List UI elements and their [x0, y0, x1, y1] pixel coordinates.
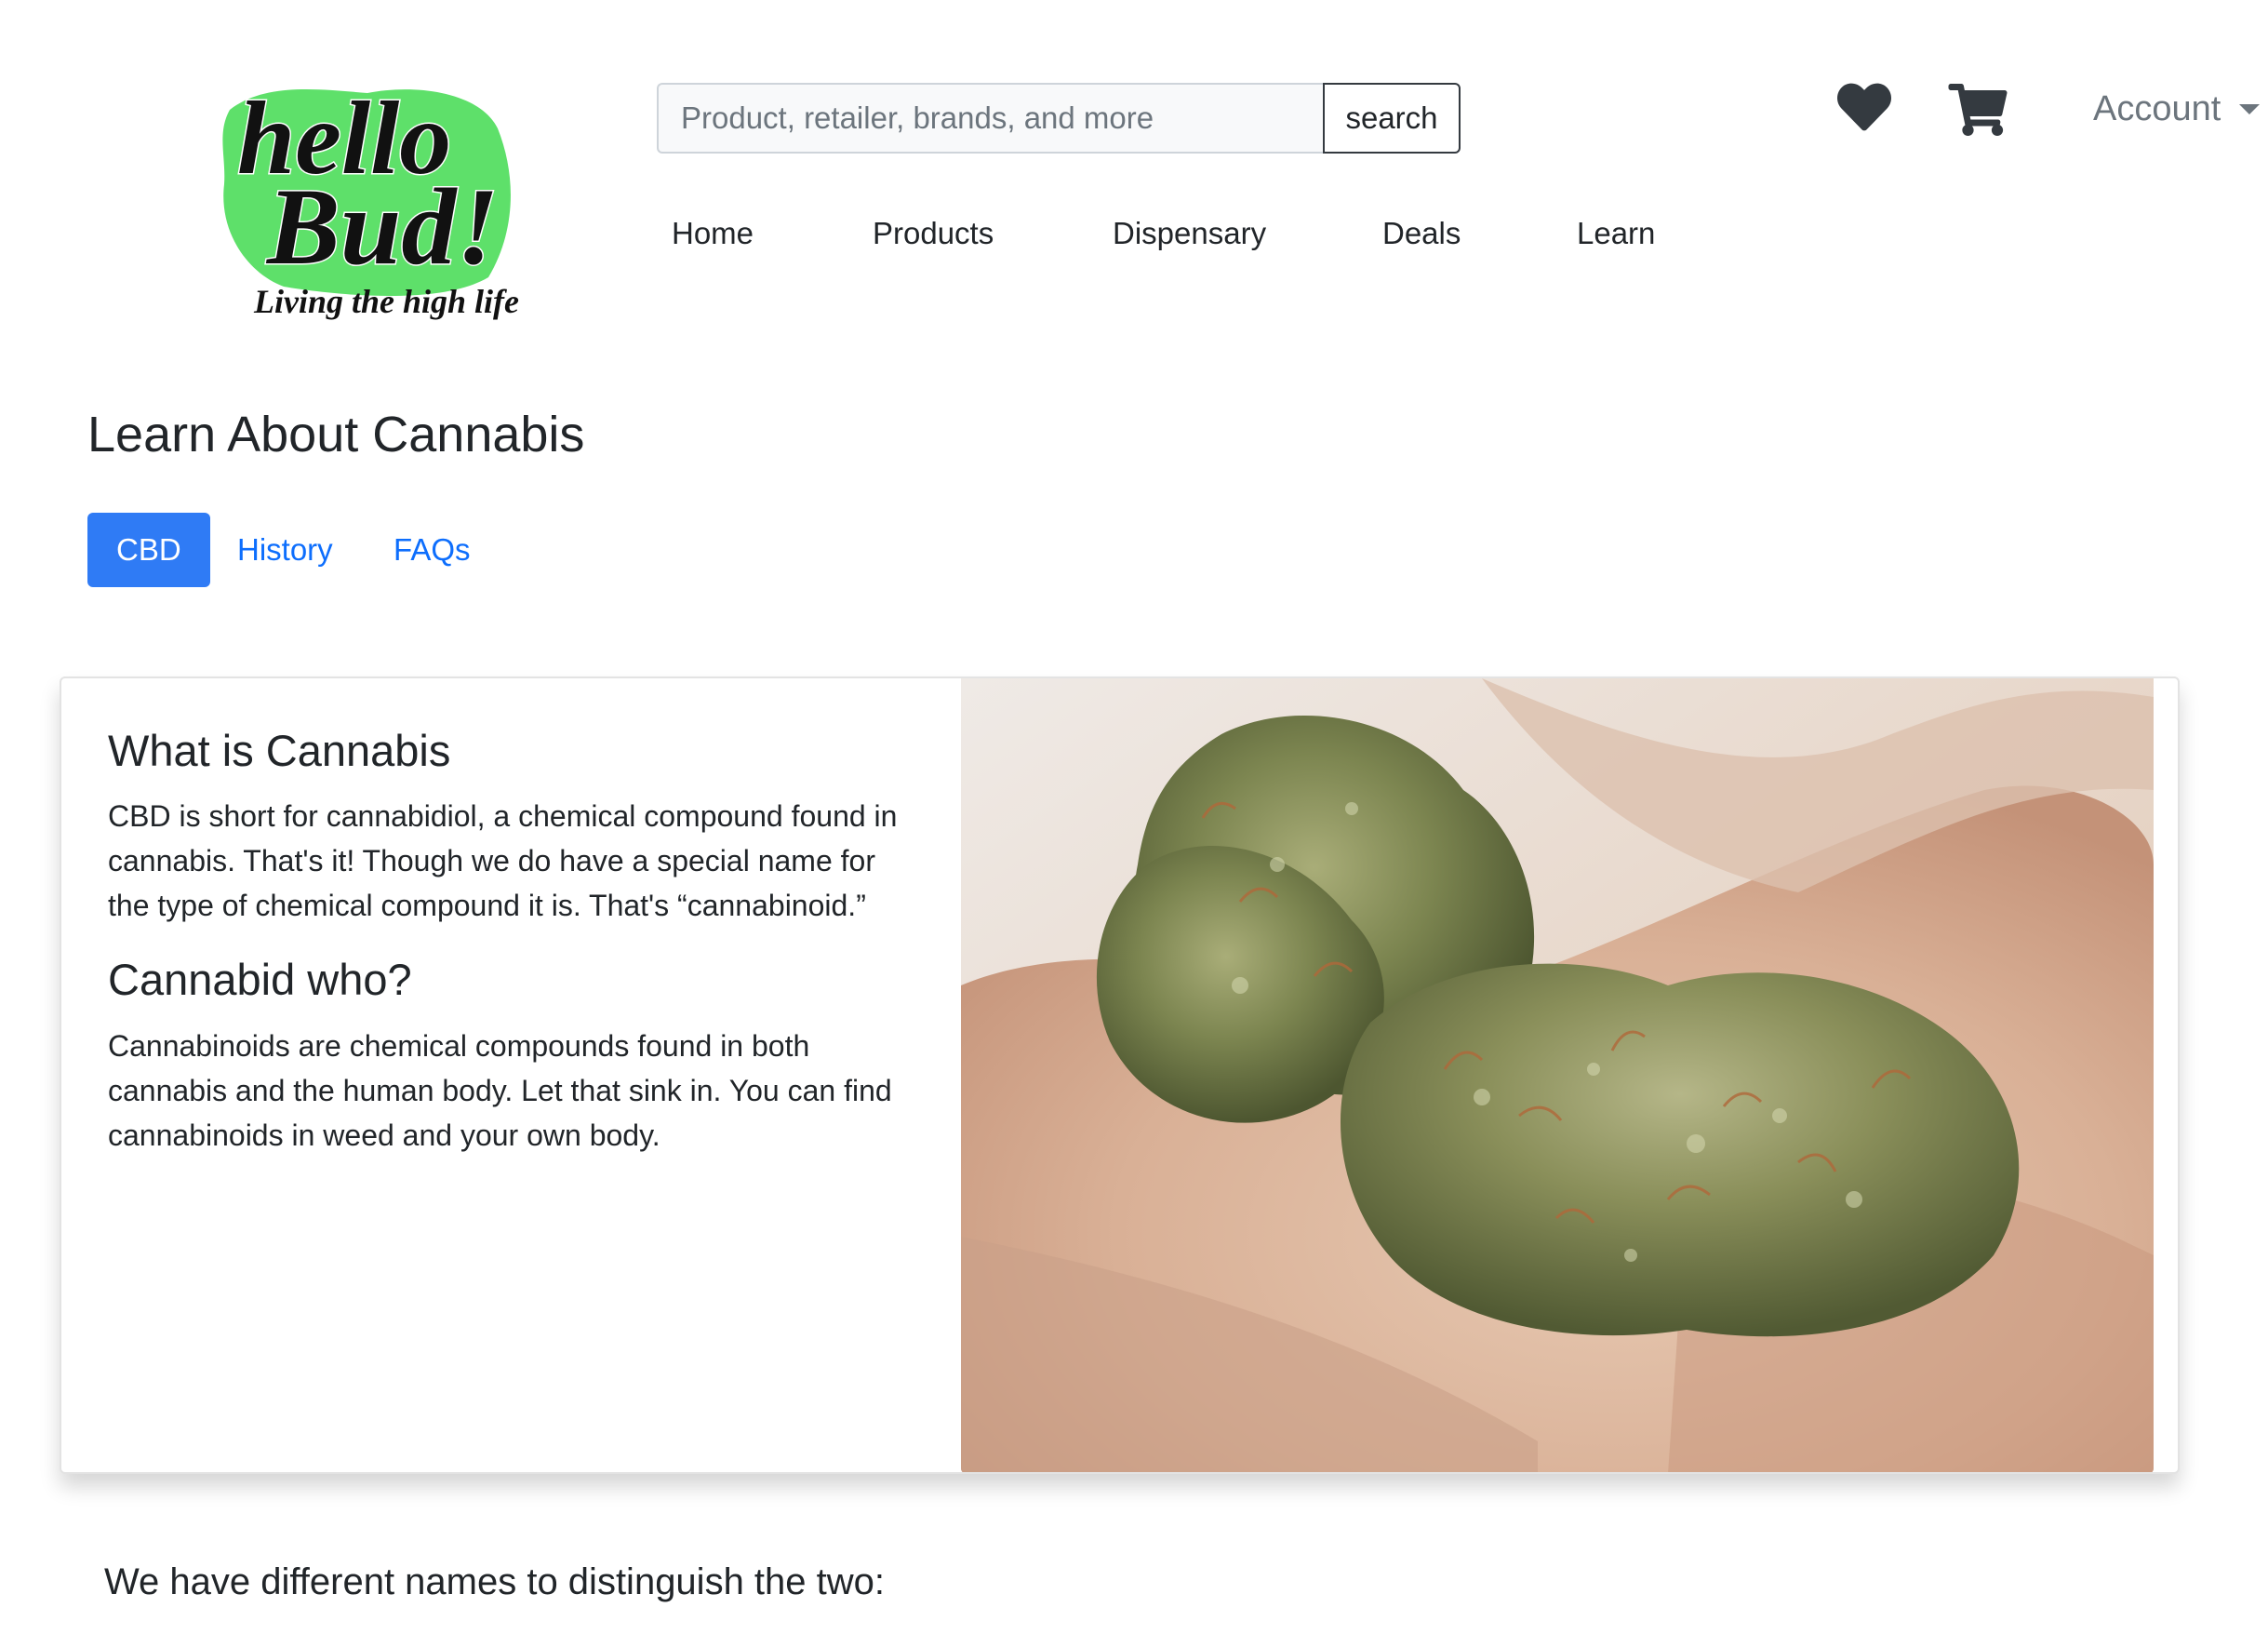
card-heading-what-is-cannabis: What is Cannabis — [108, 726, 451, 775]
page-title: Learn About Cannabis — [87, 407, 585, 462]
cannabis-photo-illustration — [961, 678, 2154, 1472]
logo[interactable]: hello Bud! Living the high life — [209, 73, 563, 324]
nav-item-deals[interactable]: Deals — [1382, 216, 1461, 251]
card-text: What is Cannabis CBD is short for cannab… — [108, 725, 908, 1158]
nav-item-products[interactable]: Products — [873, 216, 994, 251]
nav-item-dispensary[interactable]: Dispensary — [1113, 216, 1266, 251]
tab-cbd[interactable]: CBD — [87, 513, 210, 587]
account-label: Account — [2093, 88, 2221, 128]
search-input[interactable] — [657, 83, 1323, 154]
card-paragraph-cbd: CBD is short for cannabidiol, a chemical… — [108, 799, 898, 923]
tab-history[interactable]: History — [237, 513, 333, 587]
card-paragraph-cannabinoids: Cannabinoids are chemical compounds foun… — [108, 1028, 892, 1152]
nav-item-home[interactable]: Home — [672, 216, 754, 251]
section-heading: We have different names to distinguish t… — [104, 1561, 886, 1602]
cannabis-photo — [961, 678, 2154, 1472]
card-heading-cannabid-who: Cannabid who? — [108, 955, 412, 1005]
account-dropdown[interactable]: Account — [2093, 86, 2261, 132]
logo-line2: Bud! — [265, 166, 499, 288]
search-bar: search — [657, 83, 1461, 154]
logo-graphic: hello Bud! Living the high life — [222, 80, 519, 320]
tab-faqs[interactable]: FAQs — [394, 513, 471, 587]
logo-tagline: Living the high life — [253, 283, 519, 320]
search-button[interactable]: search — [1323, 83, 1461, 154]
caret-down-icon — [2239, 103, 2261, 114]
info-card: What is Cannabis CBD is short for cannab… — [60, 676, 2180, 1474]
heart-icon[interactable] — [1834, 80, 1894, 134]
cart-icon[interactable] — [1948, 84, 2008, 136]
nav-item-learn[interactable]: Learn — [1577, 216, 1655, 251]
